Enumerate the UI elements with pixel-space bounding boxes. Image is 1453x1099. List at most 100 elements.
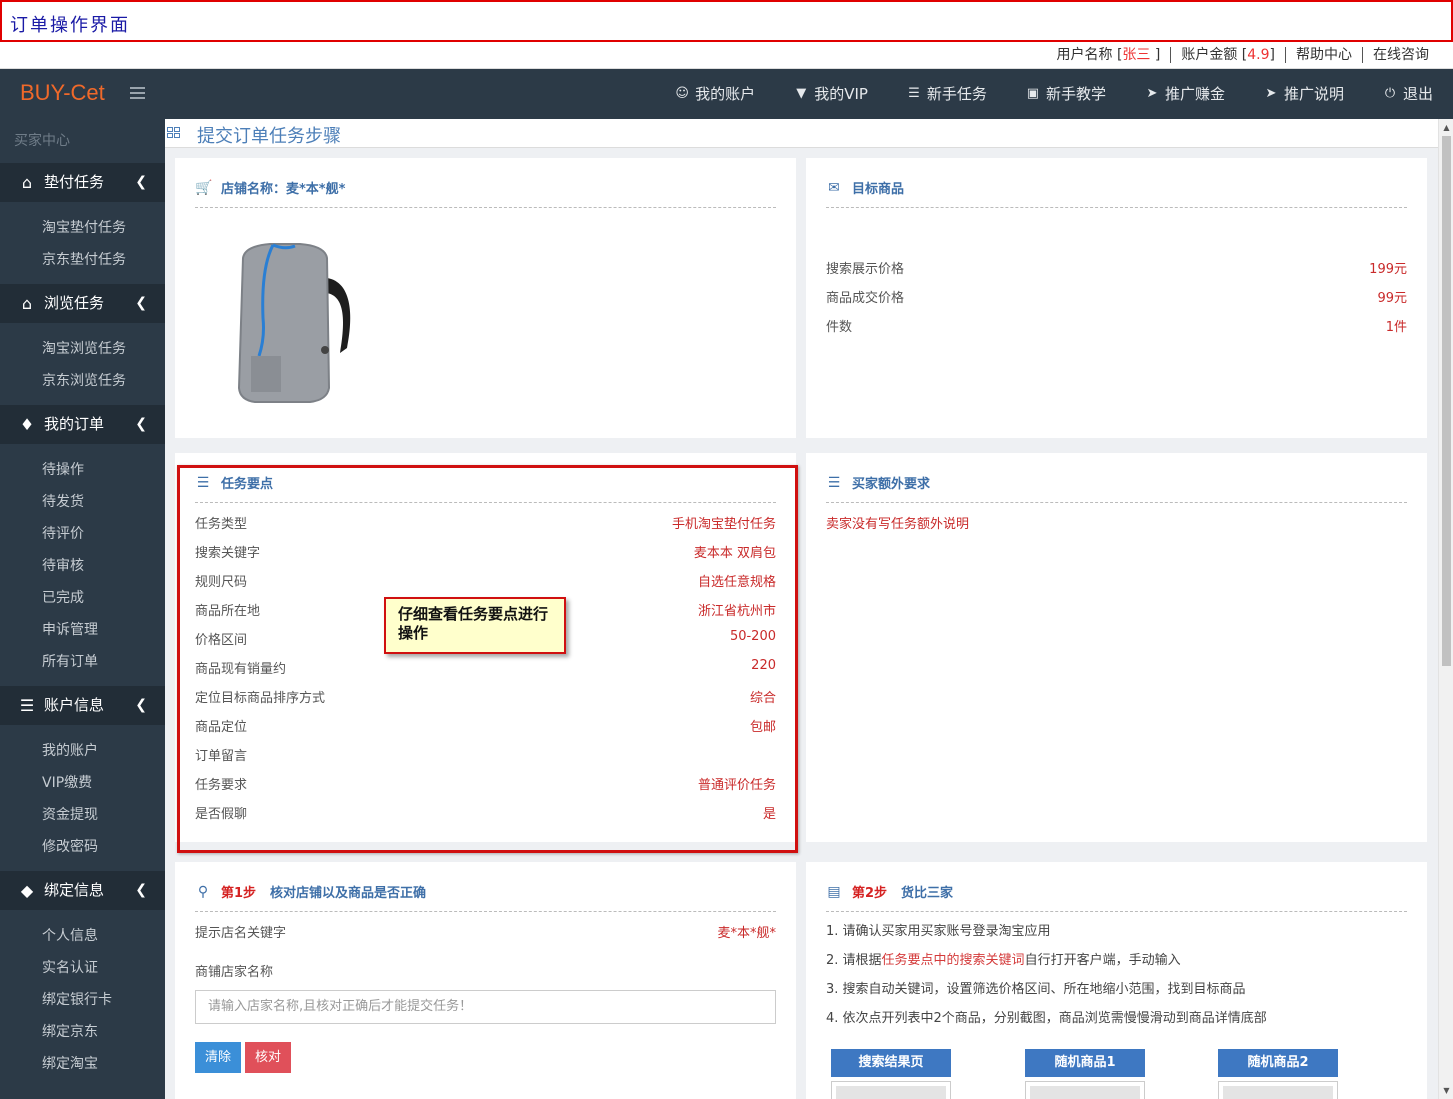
list-item: 商品定位 包邮 bbox=[195, 720, 776, 735]
layers-icon: ☰ bbox=[196, 474, 210, 491]
chevron-left-icon: ❮ bbox=[135, 295, 147, 311]
user-icon: ☺ bbox=[675, 86, 689, 101]
nav-my-vip[interactable]: ▼ 我的VIP bbox=[793, 69, 868, 119]
sidebar-group-account-info[interactable]: ☰ 账户信息 ❮ bbox=[0, 686, 165, 725]
image-icon: ▤ bbox=[827, 883, 841, 900]
sidebar-item-real-name[interactable]: 实名认证 bbox=[0, 952, 165, 984]
username-info: 用户名称 [张三 ] bbox=[1056, 47, 1161, 63]
balance-info: 账户金额 [4.9] bbox=[1170, 47, 1285, 63]
product-image[interactable] bbox=[215, 238, 365, 408]
screenshot-slot-1[interactable] bbox=[831, 1081, 951, 1099]
sidebar-group-binding-info[interactable]: ◆ 绑定信息 ❮ bbox=[0, 871, 165, 910]
instruction-list: 1. 请确认买家用买家账号登录淘宝应用 2. 请根据任务要点中的搜索关键词自行打… bbox=[826, 917, 1417, 1033]
nav-logout[interactable]: ⏻ 退出 bbox=[1382, 69, 1433, 119]
page-header: 提交订单任务步骤 bbox=[165, 119, 1438, 148]
list-item: 任务要求 普通评价任务 bbox=[195, 778, 776, 793]
home-icon: ⌂ bbox=[21, 173, 33, 192]
sidebar-item-pending-operate[interactable]: 待操作 bbox=[0, 454, 165, 486]
page-scrollbar[interactable]: ▲ ▼ bbox=[1438, 119, 1453, 1099]
task-points-title: 任务要点 bbox=[221, 477, 274, 492]
balance-value: 4.9 bbox=[1247, 47, 1270, 63]
list-item: 搜索关键字 麦本本 双肩包 bbox=[195, 546, 776, 561]
sidebar-item-withdraw[interactable]: 资金提现 bbox=[0, 799, 165, 831]
shop-name-label: 商铺店家名称 bbox=[195, 965, 274, 980]
instruction-3: 3. 搜索自动关键词，设置筛选价格区间、所在地缩小范围，找到目标商品 bbox=[826, 982, 1246, 997]
diamond-icon: ◆ bbox=[20, 881, 34, 900]
sidebar-group-advance-task[interactable]: ⌂ 垫付任务 ❮ bbox=[0, 163, 165, 202]
sidebar-item-my-account[interactable]: 我的账户 bbox=[0, 735, 165, 767]
sidebar-item-bind-bank[interactable]: 绑定银行卡 bbox=[0, 984, 165, 1016]
main-navbar: BUY-Cet ☺ 我的账户 ▼ 我的VIP ☰ 新手任务 ▣ 新手教学 ➤ 推广赚金 ➤… bbox=[0, 69, 1453, 119]
logo[interactable]: BUY-Cet bbox=[20, 80, 105, 106]
step1-label: 第1步 bbox=[221, 886, 257, 901]
sidebar-item-bind-jd[interactable]: 绑定京东 bbox=[0, 1016, 165, 1048]
list-item: 定位目标商品排序方式 综合 bbox=[195, 691, 776, 706]
list-item: 商品成交价格 99元 bbox=[826, 291, 1407, 306]
online-consult-link[interactable]: 在线咨询 bbox=[1362, 47, 1439, 63]
sidebar-item-jd-advance[interactable]: 京东垫付任务 bbox=[0, 244, 165, 276]
help-center-link[interactable]: 帮助中心 bbox=[1285, 47, 1362, 63]
window-title: 订单操作界面 bbox=[10, 15, 130, 36]
sidebar-item-appeals[interactable]: 申诉管理 bbox=[0, 614, 165, 646]
scroll-down-arrow-icon[interactable]: ▼ bbox=[1439, 1082, 1453, 1099]
scroll-thumb[interactable] bbox=[1442, 136, 1451, 666]
list-item: 是否假聊是 bbox=[195, 807, 776, 822]
shop-name: 店铺名称：麦*本*舰* bbox=[221, 182, 346, 197]
sidebar-item-change-password[interactable]: 修改密码 bbox=[0, 831, 165, 863]
sidebar-item-personal-info[interactable]: 个人信息 bbox=[0, 920, 165, 952]
step2-title: 货比三家 bbox=[901, 886, 954, 901]
sidebar-item-completed[interactable]: 已完成 bbox=[0, 582, 165, 614]
clear-button[interactable]: 清除 bbox=[195, 1042, 241, 1073]
chevron-left-icon: ❮ bbox=[135, 174, 147, 190]
sidebar-item-vip-fee[interactable]: VIP缴费 bbox=[0, 767, 165, 799]
sidebar-item-pending-audit[interactable]: 待审核 bbox=[0, 550, 165, 582]
shop-name-input[interactable]: 请输入店家名称,且核对正确后才能提交任务！ bbox=[195, 990, 776, 1024]
sidebar-item-pending-review[interactable]: 待评价 bbox=[0, 518, 165, 550]
step2-card: ▤ 第2步 货比三家 1. 请确认买家用买家账号登录淘宝应用 2. 请根据任务要… bbox=[806, 862, 1427, 1099]
list-item: 搜索展示价格 199元 bbox=[826, 262, 1407, 277]
sidebar-item-taobao-advance[interactable]: 淘宝垫付任务 bbox=[0, 212, 165, 244]
instruction-4: 4. 依次点开列表中2个商品，分别截图，商品浏览需慢慢滑动到商品详情底部 bbox=[826, 1011, 1267, 1026]
username-value: 张三 bbox=[1122, 47, 1151, 63]
cart-icon: 🛒 bbox=[195, 179, 213, 196]
envelope-icon: ✉ bbox=[828, 179, 840, 196]
instruction-2: 2. 请根据任务要点中的搜索关键词自行打开客户端，手动输入 bbox=[826, 953, 1181, 968]
random-product-1-button[interactable]: 随机商品1 bbox=[1025, 1049, 1145, 1077]
menu-toggle-icon[interactable] bbox=[130, 87, 145, 99]
task-icon: ☰ bbox=[908, 86, 920, 101]
extra-requirements-text: 卖家没有写任务额外说明 bbox=[826, 517, 970, 532]
nav-promote-info[interactable]: ➤ 推广说明 bbox=[1263, 69, 1344, 119]
page-title: 提交订单任务步骤 bbox=[197, 126, 341, 147]
nav-promote-earn[interactable]: ➤ 推广赚金 bbox=[1144, 69, 1225, 119]
sidebar-item-taobao-browse[interactable]: 淘宝浏览任务 bbox=[0, 333, 165, 365]
sidebar-item-bind-taobao[interactable]: 绑定淘宝 bbox=[0, 1048, 165, 1080]
tag-icon: ♦ bbox=[19, 415, 35, 434]
home-icon: ⌂ bbox=[21, 294, 33, 313]
callout-note: 仔细查看任务要点进行操作 bbox=[384, 597, 566, 654]
sidebar: 买家中心 ⌂ 垫付任务 ❮ 淘宝垫付任务 京东垫付任务 ⌂ 浏览任务 ❮ 淘宝浏… bbox=[0, 119, 165, 1099]
random-product-2-button[interactable]: 随机商品2 bbox=[1218, 1049, 1338, 1077]
step1-card: ⚲ 第1步 核对店铺以及商品是否正确 提示店名关键字 麦*本*舰* 商铺店家名称 … bbox=[175, 862, 796, 1099]
search-icon: ⚲ bbox=[197, 883, 209, 900]
search-result-page-button[interactable]: 搜索结果页 bbox=[831, 1049, 951, 1077]
screenshot-slot-2[interactable] bbox=[1025, 1081, 1145, 1099]
nav-newbie-task[interactable]: ☰ 新手任务 bbox=[906, 69, 987, 119]
top-info-bar: 用户名称 [张三 ] 账户金额 [4.9] 帮助中心 在线咨询 bbox=[0, 42, 1453, 69]
check-button[interactable]: 核对 bbox=[245, 1042, 291, 1073]
screenshot-slot-3[interactable] bbox=[1218, 1081, 1338, 1099]
sidebar-group-my-orders[interactable]: ♦ 我的订单 ❮ bbox=[0, 405, 165, 444]
sidebar-item-all-orders[interactable]: 所有订单 bbox=[0, 646, 165, 678]
sidebar-item-jd-browse[interactable]: 京东浏览任务 bbox=[0, 365, 165, 397]
list-item: 规则尺码 自选任意规格 bbox=[195, 575, 776, 590]
nav-my-account[interactable]: ☺ 我的账户 bbox=[674, 69, 755, 119]
sidebar-group-browse-task[interactable]: ⌂ 浏览任务 ❮ bbox=[0, 284, 165, 323]
shop-keyword-hint: 麦*本*舰* bbox=[717, 926, 776, 941]
list-item: 提示店名关键字 麦*本*舰* bbox=[195, 922, 776, 942]
scroll-up-arrow-icon[interactable]: ▲ bbox=[1439, 119, 1453, 136]
nav-newbie-tutorial[interactable]: ▣ 新手教学 bbox=[1025, 69, 1106, 119]
layers-icon: ☰ bbox=[827, 474, 841, 491]
instruction-1: 1. 请确认买家用买家账号登录淘宝应用 bbox=[826, 924, 1051, 939]
sidebar-item-pending-ship[interactable]: 待发货 bbox=[0, 486, 165, 518]
window-title-bar: 订单操作界面 bbox=[0, 0, 1453, 42]
step1-title: 核对店铺以及商品是否正确 bbox=[270, 886, 427, 901]
